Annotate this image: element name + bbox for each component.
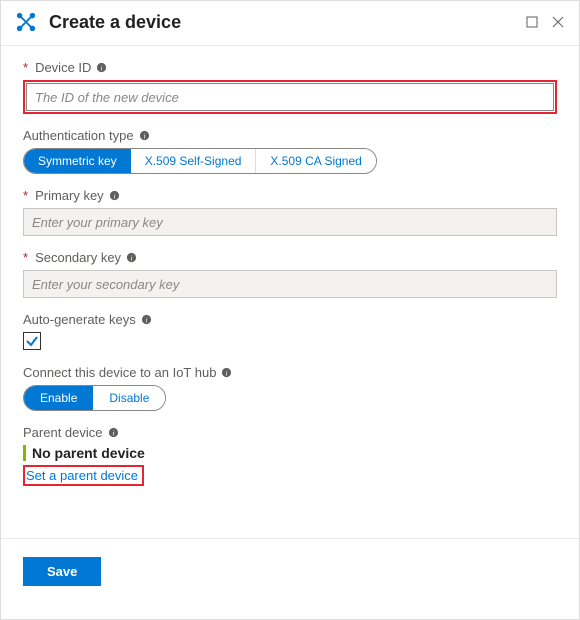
info-icon[interactable]: i — [96, 62, 107, 73]
parent-none-text: No parent device — [32, 445, 557, 461]
auth-type-selector: Symmetric key X.509 Self-Signed X.509 CA… — [23, 148, 377, 174]
info-icon[interactable]: i — [108, 427, 119, 438]
iothub-disable-option[interactable]: Disable — [93, 386, 165, 410]
window-controls — [525, 15, 565, 29]
svg-text:i: i — [226, 368, 228, 377]
save-button[interactable]: Save — [23, 557, 101, 586]
primary-key-field: * Primary key i — [23, 188, 557, 236]
auth-casigned-option[interactable]: X.509 CA Signed — [255, 149, 375, 173]
autogen-field: Auto-generate keys i — [23, 312, 557, 351]
panel-title: Create a device — [49, 12, 525, 33]
panel-header: Create a device — [1, 1, 579, 46]
svg-text:i: i — [112, 428, 114, 437]
device-icon — [15, 11, 37, 33]
secondary-key-input[interactable] — [23, 270, 557, 298]
required-marker: * — [23, 188, 28, 203]
svg-text:i: i — [143, 131, 145, 140]
required-marker: * — [23, 250, 28, 265]
primary-key-label: Primary key — [35, 188, 104, 203]
auth-type-field: Authentication type i Symmetric key X.50… — [23, 128, 557, 174]
info-icon[interactable]: i — [126, 252, 137, 263]
iothub-label: Connect this device to an IoT hub — [23, 365, 216, 380]
auth-symmetric-option[interactable]: Symmetric key — [24, 149, 131, 173]
auth-type-label: Authentication type — [23, 128, 134, 143]
info-icon[interactable]: i — [139, 130, 150, 141]
autogen-label: Auto-generate keys — [23, 312, 136, 327]
maximize-icon[interactable] — [525, 15, 539, 29]
form-content: * Device ID i Authentication type i Symm… — [1, 46, 579, 510]
iothub-field: Connect this device to an IoT hub i Enab… — [23, 365, 557, 411]
device-id-input[interactable] — [26, 83, 554, 111]
parent-device-field: Parent device i No parent device Set a p… — [23, 425, 557, 486]
svg-text:i: i — [101, 63, 103, 72]
close-icon[interactable] — [551, 15, 565, 29]
device-id-highlight — [23, 80, 557, 114]
primary-key-input[interactable] — [23, 208, 557, 236]
set-parent-link[interactable]: Set a parent device — [26, 468, 138, 483]
panel-footer: Save — [1, 538, 579, 604]
svg-text:i: i — [145, 315, 147, 324]
device-id-label: Device ID — [35, 60, 91, 75]
parent-label: Parent device — [23, 425, 103, 440]
info-icon[interactable]: i — [221, 367, 232, 378]
iothub-enable-option[interactable]: Enable — [24, 386, 93, 410]
iothub-toggle: Enable Disable — [23, 385, 166, 411]
autogen-checkbox[interactable] — [23, 332, 41, 350]
parent-status: No parent device — [23, 445, 557, 461]
info-icon[interactable]: i — [109, 190, 120, 201]
secondary-key-label: Secondary key — [35, 250, 121, 265]
info-icon[interactable]: i — [141, 314, 152, 325]
parent-link-highlight: Set a parent device — [23, 465, 144, 486]
svg-text:i: i — [131, 253, 133, 262]
secondary-key-field: * Secondary key i — [23, 250, 557, 298]
required-marker: * — [23, 60, 28, 75]
device-id-field: * Device ID i — [23, 60, 557, 114]
auth-selfsigned-option[interactable]: X.509 Self-Signed — [131, 149, 256, 173]
svg-text:i: i — [113, 191, 115, 200]
